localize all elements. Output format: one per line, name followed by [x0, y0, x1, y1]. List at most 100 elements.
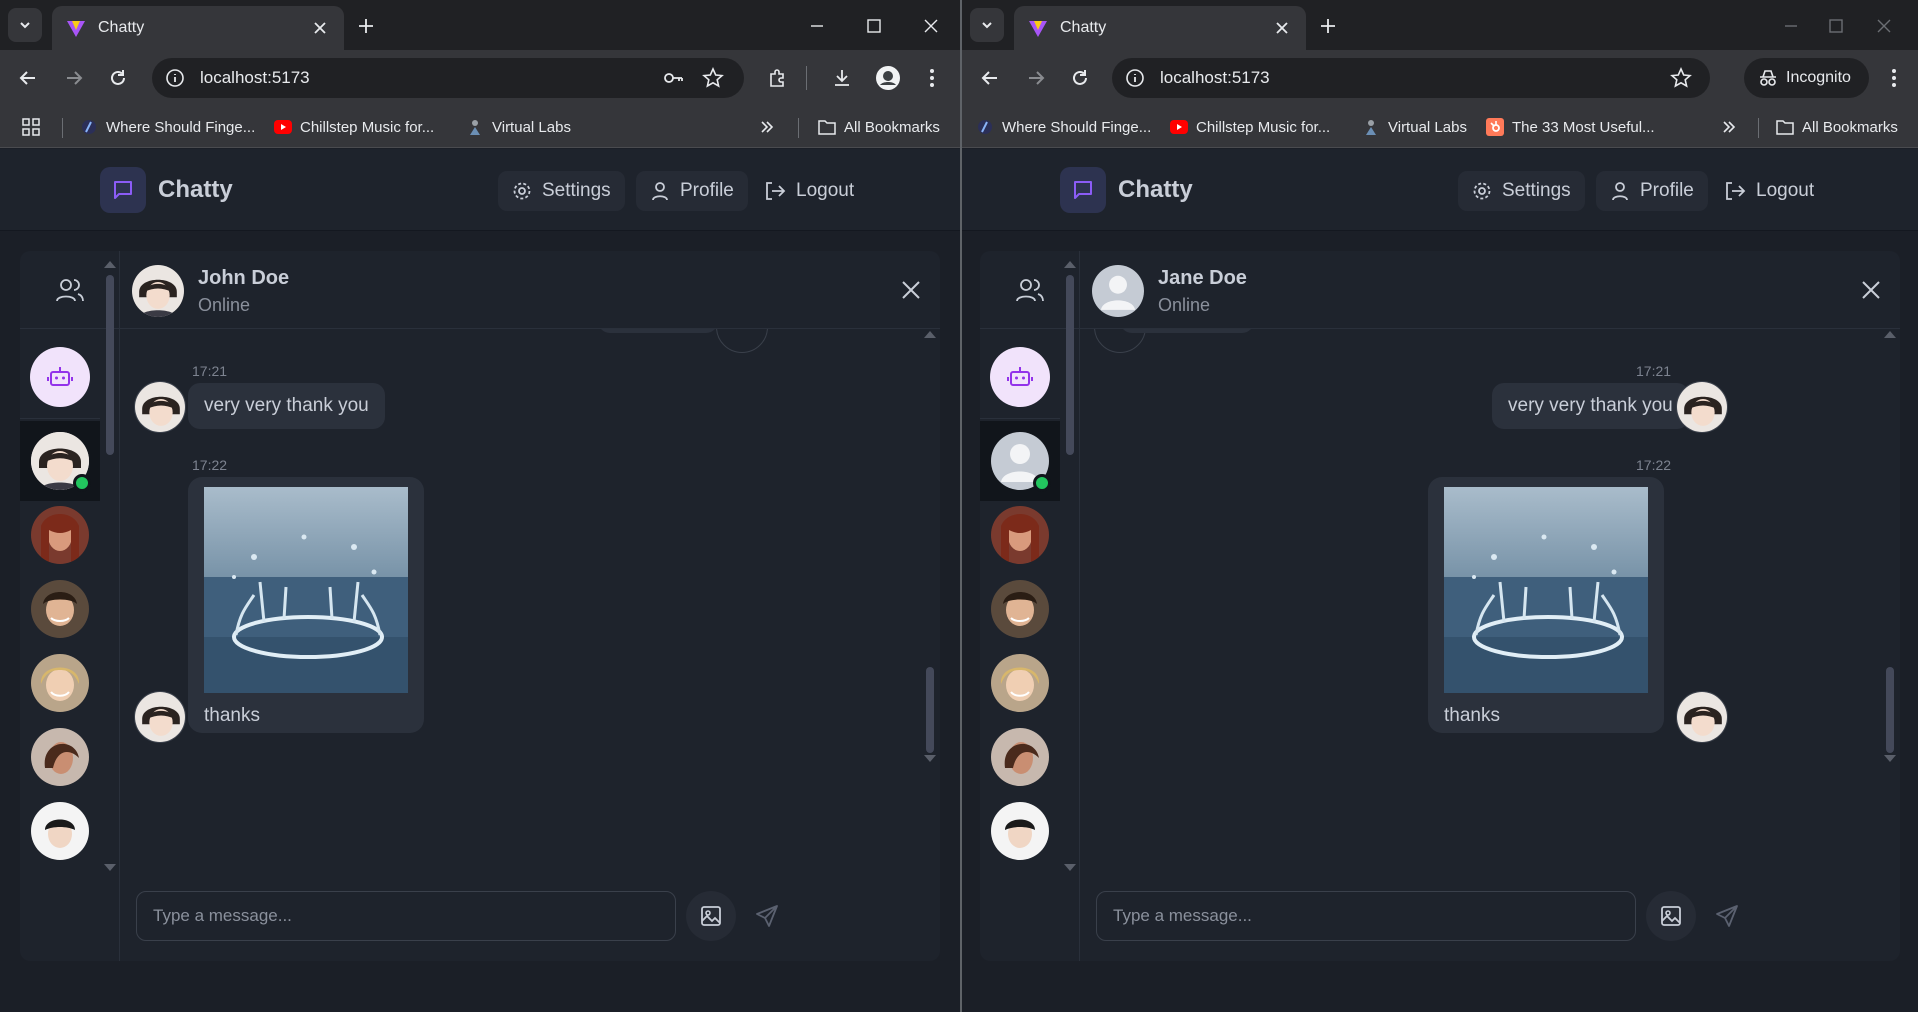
- send-icon: [1716, 905, 1738, 927]
- bookmark-item[interactable]: Virtual Labs: [1362, 116, 1467, 138]
- attach-image-button[interactable]: [686, 891, 736, 941]
- scroll-down-arrow[interactable]: [1064, 864, 1076, 871]
- star-icon[interactable]: [1670, 67, 1692, 89]
- contact-jane-doe[interactable]: [980, 421, 1060, 501]
- bookmark-item[interactable]: Where Should Finge...: [976, 116, 1151, 138]
- settings-button[interactable]: Settings: [1458, 171, 1585, 211]
- contact[interactable]: [980, 643, 1060, 723]
- profile-avatar-button[interactable]: [872, 62, 904, 94]
- extensions-button[interactable]: [762, 62, 794, 94]
- scroll-up-arrow[interactable]: [924, 331, 936, 338]
- maximize-button[interactable]: [860, 12, 888, 40]
- contact[interactable]: [20, 643, 100, 723]
- profile-label: Profile: [680, 180, 734, 201]
- minimize-button[interactable]: [1777, 12, 1805, 40]
- close-icon: [902, 281, 920, 299]
- bookmark-item[interactable]: Chillstep Music for...: [274, 116, 434, 138]
- new-tab-button[interactable]: [1314, 12, 1342, 40]
- contact[interactable]: [980, 569, 1060, 649]
- arrow-left-icon: [19, 71, 35, 85]
- tab-chatty[interactable]: Chatty: [52, 6, 344, 50]
- users-icon: [1016, 278, 1044, 301]
- incognito-badge[interactable]: Incognito: [1744, 58, 1869, 98]
- message-input[interactable]: [1096, 891, 1636, 941]
- sidebar-scrollbar[interactable]: [1064, 261, 1076, 871]
- contact[interactable]: [20, 791, 100, 871]
- back-button[interactable]: [12, 62, 44, 94]
- minimize-button[interactable]: [803, 12, 831, 40]
- messages-scrollbar[interactable]: [1884, 329, 1896, 869]
- message-bubble-partial: [1120, 329, 1254, 333]
- contact-ai-bot[interactable]: [20, 335, 100, 419]
- tab-search-button[interactable]: [8, 8, 42, 42]
- maximize-button[interactable]: [1822, 12, 1850, 40]
- scroll-down-arrow[interactable]: [104, 864, 116, 871]
- tab-close-button[interactable]: [310, 18, 330, 38]
- tab-chatty[interactable]: Chatty: [1014, 6, 1306, 50]
- forward-button[interactable]: [58, 62, 90, 94]
- close-icon: [924, 19, 938, 33]
- logout-button[interactable]: Logout: [1710, 171, 1828, 211]
- reload-button[interactable]: [102, 62, 134, 94]
- water-splash-image[interactable]: [1444, 487, 1648, 693]
- contact[interactable]: [980, 495, 1060, 575]
- close-window-button[interactable]: [1870, 12, 1898, 40]
- apps-button[interactable]: [22, 116, 40, 138]
- all-bookmarks-button[interactable]: All Bookmarks: [818, 116, 940, 138]
- all-bookmarks-button[interactable]: All Bookmarks: [1776, 116, 1898, 138]
- messages-scrollbar[interactable]: [924, 329, 936, 869]
- close-chat-button[interactable]: [896, 275, 926, 305]
- bookmark-item[interactable]: Chillstep Music for...: [1170, 116, 1330, 138]
- contact-john-doe[interactable]: [20, 421, 100, 501]
- bookmark-item[interactable]: Virtual Labs: [466, 116, 571, 138]
- more-bookmarks-button[interactable]: [1722, 116, 1736, 138]
- address-bar[interactable]: localhost:5173: [152, 58, 744, 98]
- forward-button[interactable]: [1020, 62, 1052, 94]
- close-window-button[interactable]: [917, 12, 945, 40]
- settings-button[interactable]: Settings: [498, 171, 625, 211]
- browser-menu-button[interactable]: [916, 62, 948, 94]
- bookmark-item[interactable]: Where Should Finge...: [80, 116, 255, 138]
- contact[interactable]: [20, 495, 100, 575]
- scroll-thumb[interactable]: [1066, 275, 1074, 455]
- star-icon[interactable]: [702, 67, 724, 89]
- send-button[interactable]: [1702, 891, 1752, 941]
- contact[interactable]: [20, 717, 100, 797]
- reload-button[interactable]: [1064, 62, 1096, 94]
- site-info-icon[interactable]: [1124, 67, 1146, 89]
- new-tab-button[interactable]: [352, 12, 380, 40]
- sidebar-scrollbar[interactable]: [104, 261, 116, 871]
- contact[interactable]: [980, 791, 1060, 871]
- scroll-up-arrow[interactable]: [1064, 261, 1076, 268]
- water-splash-image[interactable]: [204, 487, 408, 693]
- more-bookmarks-button[interactable]: [760, 116, 774, 138]
- contact[interactable]: [980, 717, 1060, 797]
- attach-image-button[interactable]: [1646, 891, 1696, 941]
- scroll-up-arrow[interactable]: [104, 261, 116, 268]
- message-input[interactable]: [136, 891, 676, 941]
- site-info-icon[interactable]: [164, 67, 186, 89]
- tab-search-button[interactable]: [970, 8, 1004, 42]
- key-icon[interactable]: [662, 67, 684, 89]
- downloads-button[interactable]: [826, 62, 858, 94]
- bookmark-item[interactable]: The 33 Most Useful...: [1486, 116, 1655, 138]
- close-chat-button[interactable]: [1856, 275, 1886, 305]
- brand-link[interactable]: Chatty: [1060, 167, 1193, 213]
- scroll-thumb[interactable]: [106, 275, 114, 455]
- address-bar[interactable]: localhost:5173: [1112, 58, 1710, 98]
- profile-button[interactable]: Profile: [1596, 171, 1708, 211]
- browser-menu-button[interactable]: [1878, 62, 1910, 94]
- contact-ai-bot[interactable]: [980, 335, 1060, 419]
- scroll-up-arrow[interactable]: [1884, 331, 1896, 338]
- profile-button[interactable]: Profile: [636, 171, 748, 211]
- contact[interactable]: [20, 569, 100, 649]
- scroll-down-arrow[interactable]: [924, 755, 936, 762]
- brand-link[interactable]: Chatty: [100, 167, 233, 213]
- back-button[interactable]: [974, 62, 1006, 94]
- tab-close-button[interactable]: [1272, 18, 1292, 38]
- logout-button[interactable]: Logout: [750, 171, 868, 211]
- send-button[interactable]: [742, 891, 792, 941]
- scroll-thumb[interactable]: [1886, 667, 1894, 753]
- scroll-thumb[interactable]: [926, 667, 934, 753]
- scroll-down-arrow[interactable]: [1884, 755, 1896, 762]
